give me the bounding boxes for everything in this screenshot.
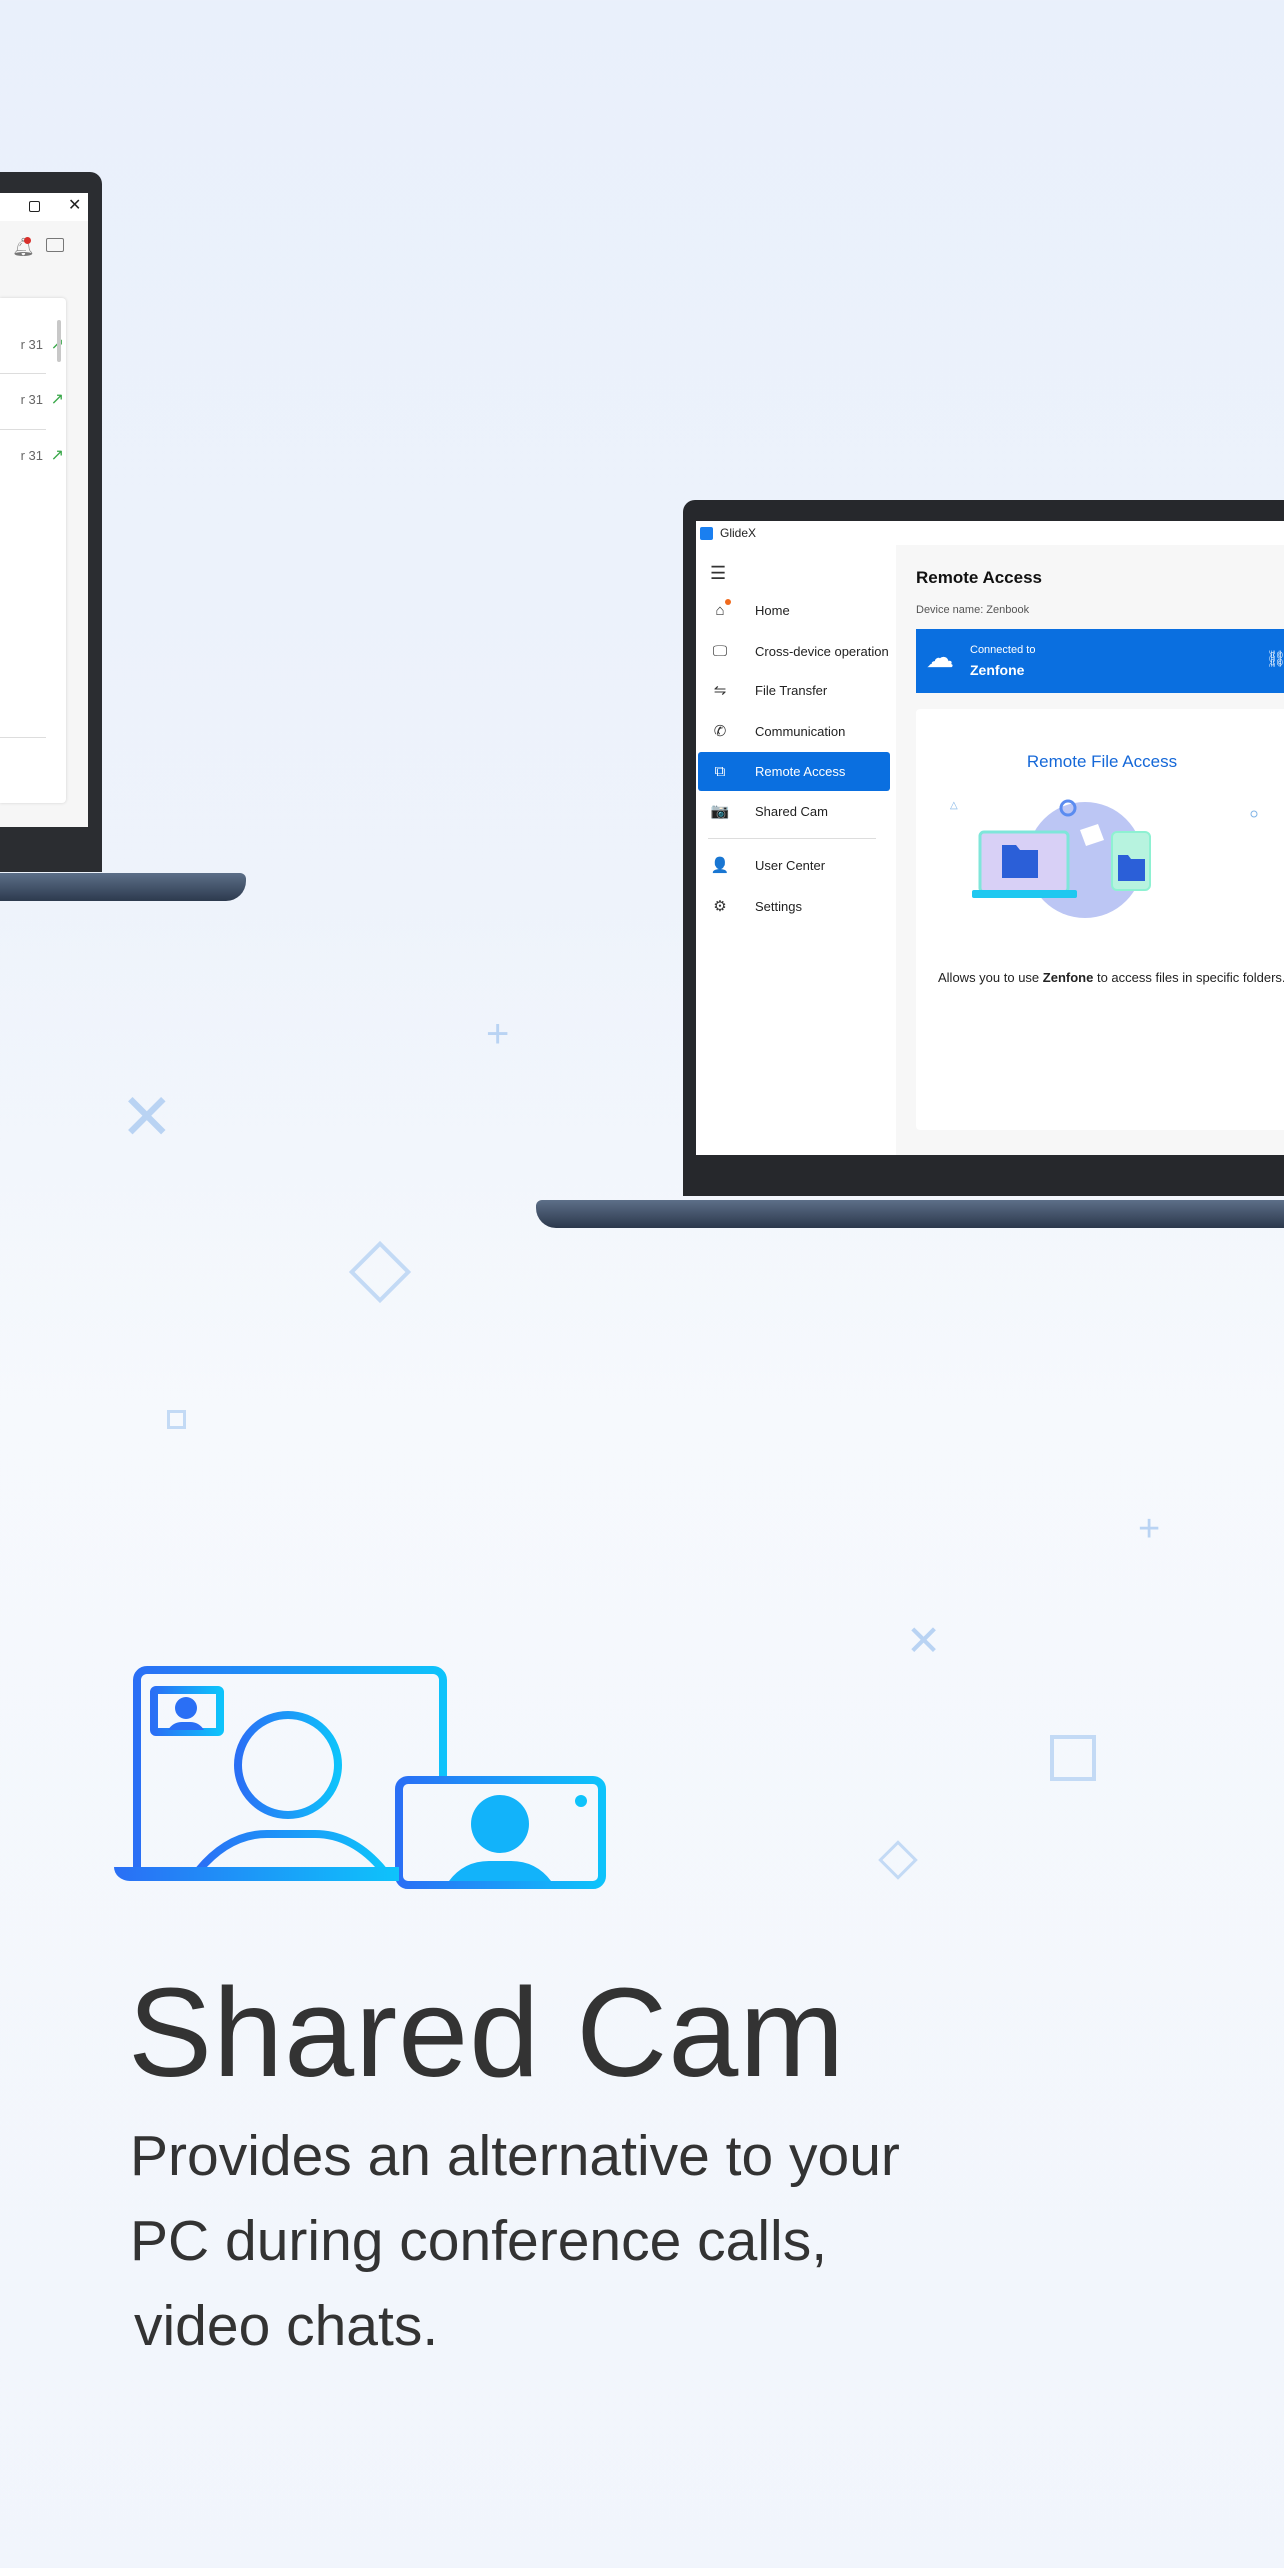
close-icon[interactable]: ✕ xyxy=(68,195,81,215)
square-decoration xyxy=(167,1410,186,1429)
device-name: Device name: Zenbook xyxy=(916,604,1030,616)
camera-icon: 📷 xyxy=(710,803,730,820)
monitor-icon: 🖵 xyxy=(712,643,728,660)
phone-user-body xyxy=(449,1861,551,1881)
sidebar-item-label: Settings xyxy=(755,899,802,914)
sidebar-item-shared-cam[interactable]: 📷 Shared Cam xyxy=(698,792,890,831)
sidebar-item-label: Shared Cam xyxy=(755,804,828,819)
sidebar-item-file-transfer[interactable]: ⇋ File Transfer xyxy=(698,671,890,710)
maximize-icon[interactable] xyxy=(29,201,40,212)
caption-text: Allows you to use xyxy=(938,970,1043,985)
laptop-base xyxy=(114,1867,399,1881)
arrow-up-right-icon[interactable]: ↗ xyxy=(51,389,64,409)
sidebar-divider xyxy=(708,838,876,839)
illustration-dot xyxy=(1250,810,1258,818)
card-title: Remote File Access xyxy=(1026,752,1178,771)
bell-icon[interactable]: 🔔︎ xyxy=(12,237,35,258)
illustration-triangle: △ xyxy=(950,800,958,811)
x-decoration: ✕ xyxy=(120,1081,174,1153)
phone-camera-dot xyxy=(575,1795,587,1807)
phone-icon: ✆ xyxy=(713,723,727,740)
sidebar-item-label: User Center xyxy=(755,858,826,873)
hamburger-menu-icon[interactable]: ☰ xyxy=(710,563,726,584)
row-date: r 31 xyxy=(20,392,43,407)
connected-device: Zenfone xyxy=(970,662,1025,678)
page-title: Remote Access xyxy=(916,568,1042,587)
sidebar-item-label: File Transfer xyxy=(755,683,828,698)
sidebar-item-user-center[interactable]: 👤 User Center xyxy=(698,846,890,885)
scrollbar[interactable] xyxy=(57,320,61,362)
app-titlebar: GlideX xyxy=(696,521,1284,545)
sidebar-item-label: Remote Access xyxy=(755,764,846,779)
plus-decoration: + xyxy=(1138,1508,1161,1550)
caption-text: to access files in specific folders. xyxy=(1093,970,1284,985)
sidebar-item-cross-device[interactable]: 🖵 Cross-device operation xyxy=(698,632,890,671)
sidebar-item-communication[interactable]: ✆ Communication xyxy=(698,712,890,751)
remote-file-access-illustration: △ xyxy=(950,799,1258,918)
gear-icon: ⚙ xyxy=(713,898,727,915)
description-line: PC during conference calls, xyxy=(130,2209,828,2273)
left-window-titlebar: ✕ xyxy=(0,193,88,221)
row-date: r 31 xyxy=(20,337,43,352)
left-list-card: r 31↗ r 31↗ r 31↗ xyxy=(0,298,66,803)
disconnect-icon[interactable]: ⛓ xyxy=(1266,649,1284,669)
divider xyxy=(0,429,46,430)
cloud-icon: ☁︎ xyxy=(926,642,954,673)
user-head-outline xyxy=(234,1711,342,1819)
feature-title: Shared Cam xyxy=(128,1962,846,2103)
x-decoration: ✕ xyxy=(906,1617,942,1664)
connection-banner[interactable]: ☁︎ Connected to Zenfone ⛓ xyxy=(916,629,1284,693)
sidebar-item-label: Cross-device operation xyxy=(755,644,889,659)
sidebar-item-label: Communication xyxy=(755,724,846,739)
pip-user-head xyxy=(175,1697,197,1719)
notification-dot xyxy=(725,599,731,605)
left-laptop-base xyxy=(0,873,246,901)
divider xyxy=(0,373,46,374)
remote-devices-icon: ⧉ xyxy=(714,763,726,780)
description-line: Provides an alternative to your xyxy=(130,2124,900,2188)
user-icon: 👤 xyxy=(710,857,730,874)
arrow-up-right-icon[interactable]: ↗ xyxy=(51,445,64,465)
diamond-decoration xyxy=(348,1240,412,1304)
right-laptop-base xyxy=(536,1200,1284,1228)
notification-dot xyxy=(24,237,31,244)
illustration-laptop-base xyxy=(972,890,1077,898)
square-decoration xyxy=(1050,1735,1096,1781)
plus-decoration: + xyxy=(486,1012,510,1056)
sidebar-item-home[interactable]: ⌂ Home xyxy=(698,591,890,630)
pip-user-body xyxy=(168,1722,204,1730)
sidebar: ☰ ⌂ Home 🖵 Cross-device operation ⇋ File Tr… xyxy=(696,545,896,1155)
transfer-arrows-icon: ⇋ xyxy=(713,682,727,699)
divider xyxy=(0,737,46,738)
diamond-decoration xyxy=(878,1840,918,1880)
feedback-icon[interactable] xyxy=(46,238,64,252)
card-caption: Allows you to use Zenfone to access file… xyxy=(938,970,1284,985)
glidex-logo-icon xyxy=(700,527,713,540)
connected-label: Connected to xyxy=(970,644,1036,656)
row-date: r 31 xyxy=(20,448,43,463)
app-title: GlideX xyxy=(720,526,757,540)
user-shoulders-outline xyxy=(195,1830,387,1873)
shared-cam-feature-icon xyxy=(114,1666,606,1889)
feature-description: Provides an alternative to your PC durin… xyxy=(130,2114,1230,2369)
sidebar-item-remote-access[interactable]: ⧉ Remote Access xyxy=(698,752,890,791)
sidebar-item-label: Home xyxy=(755,603,790,618)
description-line: video chats. xyxy=(134,2294,439,2358)
sidebar-item-settings[interactable]: ⚙ Settings xyxy=(698,887,890,926)
phone-user-head xyxy=(471,1795,529,1853)
caption-device: Zenfone xyxy=(1042,970,1094,985)
